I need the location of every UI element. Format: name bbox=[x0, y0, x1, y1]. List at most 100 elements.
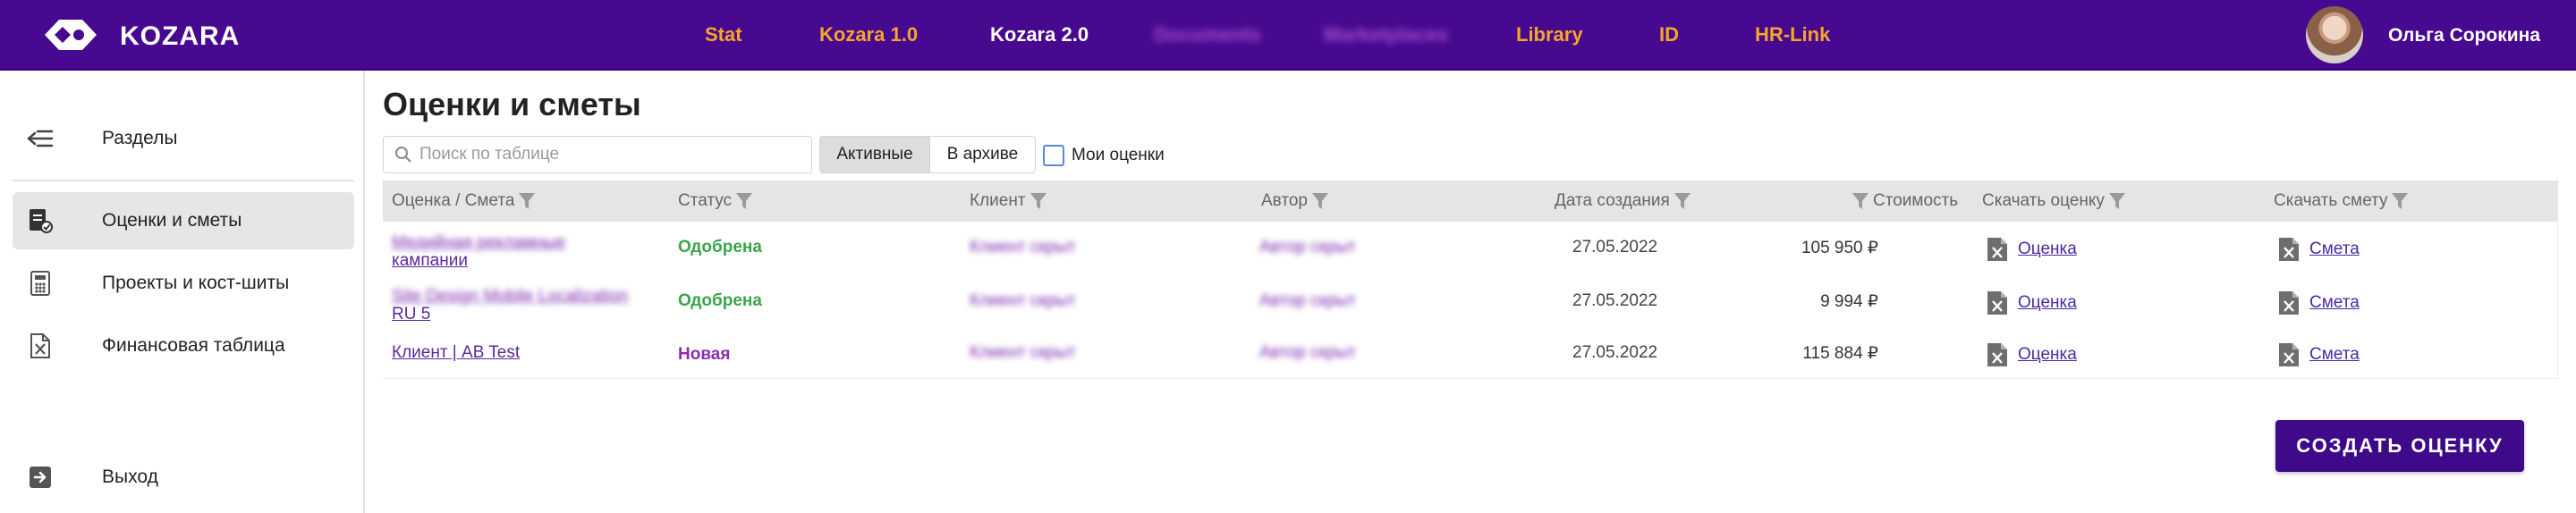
estimates-table: Оценка / Смета Статус Клиент Автор Дата … bbox=[383, 181, 2558, 379]
nav-library[interactable]: Library bbox=[1516, 23, 1583, 46]
nav-kozara-1[interactable]: Kozara 1.0 bbox=[819, 23, 918, 46]
excel-file-icon bbox=[2279, 238, 2299, 261]
cost-value: 115 884 ₽ bbox=[1802, 344, 1878, 363]
column-header-label: Статус bbox=[678, 191, 733, 210]
author-name: Автор скрыт bbox=[1259, 343, 1356, 362]
estimate-name-link[interactable]: Клиент | AB Test bbox=[392, 343, 520, 363]
nav-stat[interactable]: Stat bbox=[705, 23, 742, 46]
estimate-download-link[interactable]: Оценка bbox=[2018, 293, 2077, 313]
status-badge: Одобрена bbox=[678, 291, 762, 310]
status-badge: Новая bbox=[678, 345, 731, 364]
smeta-download-link[interactable]: Смета bbox=[2309, 345, 2360, 365]
creation-date: 27.05.2022 bbox=[1572, 291, 1658, 310]
estimate-name-line: Медийная рекламные bbox=[392, 233, 566, 252]
sidebar-item-projects[interactable]: Проекты и кост-шиты bbox=[13, 255, 354, 312]
download-smeta[interactable]: Смета bbox=[2277, 236, 2360, 263]
estimate-name-line: Клиент | AB Test bbox=[392, 343, 521, 362]
estimate-name-link[interactable]: Site Design Mobile Localization RU 5 bbox=[392, 288, 628, 324]
column-header-cost[interactable]: Стоимость bbox=[1852, 191, 1958, 211]
filter-icon[interactable] bbox=[518, 191, 536, 211]
estimate-name-link[interactable]: Медийная рекламные кампании bbox=[392, 234, 565, 270]
nav-id[interactable]: ID bbox=[1659, 23, 1679, 46]
estimate-download-link[interactable]: Оценка bbox=[2018, 240, 2077, 259]
excel-file-icon bbox=[2279, 291, 2299, 315]
my-estimates-checkbox[interactable] bbox=[1043, 145, 1064, 166]
column-header-date[interactable]: Дата создания bbox=[1555, 191, 1691, 211]
column-header-estimate[interactable]: Оценка / Смета bbox=[392, 191, 536, 211]
author-name: Автор скрыт bbox=[1259, 291, 1356, 310]
logo-text: KOZARA bbox=[120, 21, 241, 51]
sidebar-item-label: Финансовая таблица bbox=[102, 335, 285, 356]
sidebar-item-sections[interactable]: Разделы bbox=[13, 110, 354, 167]
filter-icon[interactable] bbox=[735, 191, 753, 211]
user-name[interactable]: Ольга Сорокина bbox=[2388, 25, 2540, 46]
create-estimate-button[interactable]: СОЗДАТЬ ОЦЕНКУ bbox=[2275, 420, 2524, 472]
download-estimate[interactable]: Оценка bbox=[1986, 236, 2077, 263]
estimate-download-link[interactable]: Оценка bbox=[2018, 345, 2077, 365]
estimate-name-line: Site Design Mobile Localization bbox=[392, 287, 629, 306]
column-header-label: Скачать смету bbox=[2274, 191, 2388, 210]
column-header-status[interactable]: Статус bbox=[678, 191, 753, 211]
column-header-download-estimate[interactable]: Скачать оценку bbox=[1982, 191, 2126, 211]
calculator-icon bbox=[27, 270, 54, 297]
filter-icon[interactable] bbox=[2391, 191, 2409, 211]
creation-date: 27.05.2022 bbox=[1572, 343, 1658, 362]
nav-hidden-2[interactable]: Marketplaces bbox=[1324, 23, 1448, 46]
filter-icon[interactable] bbox=[1852, 191, 1869, 211]
smeta-download-link[interactable]: Смета bbox=[2309, 240, 2360, 259]
filter-icon[interactable] bbox=[1311, 191, 1329, 211]
excel-file-icon bbox=[1987, 343, 2007, 366]
download-estimate[interactable]: Оценка bbox=[1986, 290, 2077, 316]
sidebar-item-logout[interactable]: Выход bbox=[13, 449, 354, 506]
table-row[interactable]: Медийная рекламные кампании Одобрена Кли… bbox=[383, 227, 2558, 279]
tab-active[interactable]: Активные bbox=[819, 136, 930, 173]
search-icon bbox=[394, 146, 412, 168]
top-navigation-bar: KOZARA Stat Kozara 1.0 Kozara 2.0 Docume… bbox=[0, 0, 2576, 71]
column-header-author[interactable]: Автор bbox=[1261, 191, 1329, 211]
nav-hr-link[interactable]: HR-Link bbox=[1755, 23, 1830, 46]
table-row[interactable]: Site Design Mobile Localization RU 5 Одо… bbox=[383, 281, 2558, 332]
filter-icon[interactable] bbox=[2108, 191, 2126, 211]
table-header: Оценка / Смета Статус Клиент Автор Дата … bbox=[383, 181, 2558, 222]
download-smeta[interactable]: Смета bbox=[2277, 341, 2360, 368]
estimate-name-line: RU 5 bbox=[392, 305, 431, 324]
search-input[interactable] bbox=[419, 142, 804, 167]
column-header-label: Автор bbox=[1261, 191, 1308, 210]
column-header-client[interactable]: Клиент bbox=[970, 191, 1047, 211]
client-name: Клиент скрыт bbox=[970, 291, 1076, 310]
column-header-label: Дата создания bbox=[1555, 191, 1670, 210]
sidebar-divider bbox=[13, 180, 354, 181]
column-header-download-smeta[interactable]: Скачать смету bbox=[2274, 191, 2409, 211]
download-smeta[interactable]: Смета bbox=[2277, 290, 2360, 316]
filter-icon[interactable] bbox=[1030, 191, 1047, 211]
column-header-label: Оценка / Смета bbox=[392, 191, 515, 210]
search-box[interactable] bbox=[383, 136, 812, 173]
estimates-icon bbox=[27, 207, 54, 234]
cost-value: 105 950 ₽ bbox=[1801, 239, 1878, 257]
filter-icon[interactable] bbox=[1674, 191, 1691, 211]
creation-date: 27.05.2022 bbox=[1572, 238, 1658, 256]
logo[interactable]: KOZARA bbox=[43, 18, 239, 52]
cost-value: 9 994 ₽ bbox=[1820, 292, 1878, 311]
sidebar-item-estimates[interactable]: Оценки и сметы bbox=[13, 192, 354, 249]
sidebar: Разделы Оценки и сметы Проекты и кост-ши… bbox=[0, 71, 365, 513]
client-name: Клиент скрыт bbox=[970, 238, 1076, 256]
download-estimate[interactable]: Оценка bbox=[1986, 341, 2077, 368]
tab-archive[interactable]: В архиве bbox=[930, 136, 1036, 173]
excel-file-icon bbox=[1987, 238, 2007, 261]
sidebar-item-label: Разделы bbox=[102, 128, 178, 148]
avatar[interactable] bbox=[2306, 6, 2363, 63]
collapse-menu-icon bbox=[27, 125, 54, 152]
column-header-label: Скачать оценку bbox=[1982, 191, 2105, 210]
table-row[interactable]: Клиент | AB Test Новая Клиент скрыт Авто… bbox=[383, 332, 2558, 384]
nav-kozara-2[interactable]: Kozara 2.0 bbox=[990, 23, 1089, 46]
sidebar-item-label: Выход bbox=[102, 467, 158, 487]
smeta-download-link[interactable]: Смета bbox=[2309, 293, 2360, 313]
nav-hidden-1[interactable]: Documents bbox=[1154, 23, 1261, 46]
excel-file-icon bbox=[27, 332, 54, 359]
kozara-logo-icon bbox=[45, 20, 97, 50]
client-name: Клиент скрыт bbox=[970, 343, 1076, 362]
sidebar-item-finance-table[interactable]: Финансовая таблица bbox=[13, 317, 354, 374]
excel-file-icon bbox=[1987, 291, 2007, 315]
page-title: Оценки и сметы bbox=[383, 86, 641, 122]
